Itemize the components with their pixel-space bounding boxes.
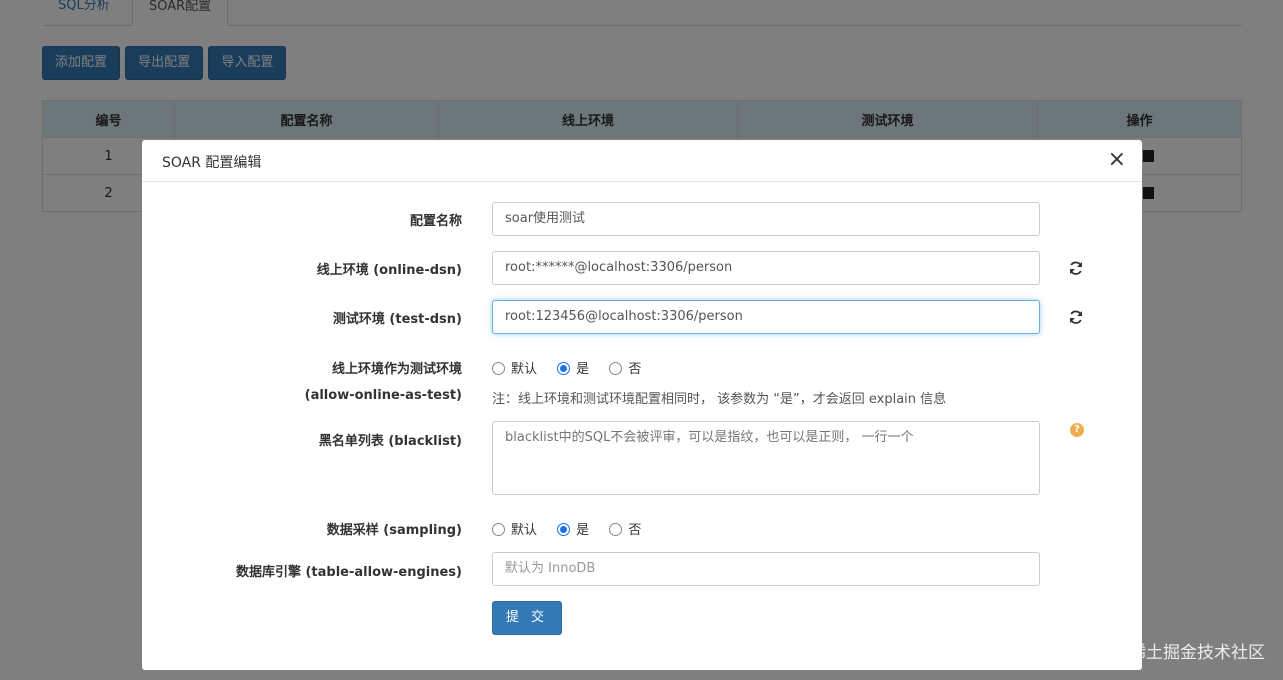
radio-option-no[interactable]: 否 [609,362,641,377]
engines-label: 数据库引擎 (table-allow-engines) [235,565,462,580]
radio-button-checked[interactable] [557,362,571,375]
engines-input[interactable]: 默认为 InnoDB [492,552,1040,586]
config-name-label: 配置名称 [409,214,462,229]
blacklist-label: 黑名单列表 (blacklist) [318,434,462,449]
allow-online-note: 注：线上环境和测试环境配置相同时， 该参数为 “是”，才会返回 explain … [492,392,947,407]
radio-button[interactable] [492,362,505,375]
config-name-input[interactable]: soar使用测试 [492,202,1040,236]
online-dsn-input[interactable]: root:******@localhost:3306/person [492,251,1040,285]
radio-button[interactable] [609,523,623,536]
test-dsn-label: 测试环境 (test-dsn) [332,312,462,327]
allow-online-radio-group: 默认 是 否 [492,358,657,377]
submit-button[interactable]: 提 交 [492,601,562,635]
modal-header: SOAR 配置编辑 × [142,140,1142,182]
radio-button[interactable] [492,523,505,536]
config-edit-modal: SOAR 配置编辑 × 配置名称 soar使用测试 线上环境 (online-d… [142,140,1142,670]
allow-online-sub-label: (allow-online-as-test) [304,388,462,403]
radio-option-yes[interactable]: 是 [557,523,589,538]
refresh-icon[interactable] [1068,309,1084,325]
watermark: @稀土掘金技术社区 [1112,643,1265,663]
blacklist-textarea[interactable] [492,421,1040,495]
allow-online-label: 线上环境作为测试环境 [331,362,462,377]
test-dsn-input[interactable]: root:123456@localhost:3306/person [492,300,1040,334]
radio-option-no[interactable]: 否 [609,523,641,538]
radio-option-default[interactable]: 默认 [492,523,537,538]
help-icon[interactable]: ? [1070,423,1084,437]
radio-option-yes[interactable]: 是 [557,362,589,377]
modal-title: SOAR 配置编辑 [162,155,262,171]
radio-button[interactable] [609,362,623,375]
sampling-label: 数据采样 (sampling) [326,523,462,538]
radio-option-default[interactable]: 默认 [492,362,537,377]
radio-button-checked[interactable] [557,523,571,536]
close-icon[interactable]: × [1108,148,1126,172]
sampling-radio-group: 默认 是 否 [492,519,657,538]
online-dsn-label: 线上环境 (online-dsn) [316,263,462,278]
refresh-icon[interactable] [1068,260,1084,276]
